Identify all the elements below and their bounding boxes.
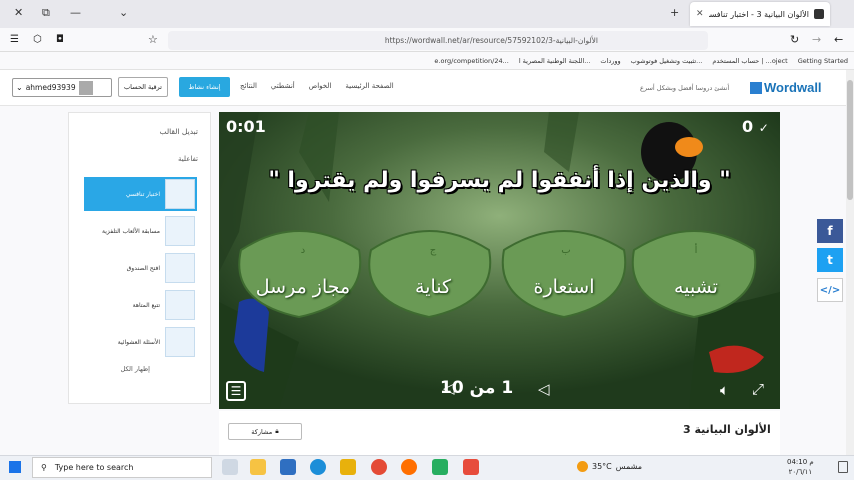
search-icon: ⚲: [41, 463, 47, 472]
answer-leaf-c[interactable]: [368, 230, 492, 319]
file-explorer-icon[interactable]: [250, 459, 266, 475]
template-maze-chase[interactable]: تتبع المتاهة: [84, 288, 197, 322]
sun-icon: [577, 461, 588, 472]
page-scrollbar[interactable]: [846, 70, 854, 455]
taskbar-search[interactable]: ⚲ Type here to search: [32, 457, 212, 478]
embed-icon[interactable]: </>: [817, 278, 843, 302]
camtasia-icon[interactable]: [432, 459, 448, 475]
checkmark-icon: ✓: [758, 121, 769, 135]
chevron-down-icon: ⌄: [16, 83, 23, 92]
bookmark-item[interactable]: ووردات: [600, 57, 620, 65]
create-activity-button[interactable]: إنشاء نشاط: [179, 77, 230, 97]
answer-leaf-a[interactable]: [631, 230, 757, 319]
mail-icon[interactable]: [280, 459, 296, 475]
menu-item-results[interactable]: النتائج: [240, 82, 257, 90]
answer-letter-a: أ: [694, 245, 698, 256]
gameshow-thumbnail-icon: [165, 216, 195, 246]
answer-text-a[interactable]: تشبيه: [636, 276, 756, 298]
game-timer: 0:01: [226, 117, 266, 136]
sound-icon[interactable]: 🔈︎: [720, 381, 729, 399]
game-canvas[interactable]: [219, 112, 780, 409]
tab-title: الألوان البيانية 3 - اختبار تنافسي: [709, 9, 809, 19]
activity-title: الألوان البيانية 3: [683, 423, 771, 436]
switch-template-panel: تبديل القالب تفاعلية اختبار تنافسي مسابق…: [68, 112, 211, 404]
show-all-link[interactable]: إظهار الكل: [121, 365, 150, 373]
bookmark-star-icon[interactable]: ☆: [148, 33, 158, 46]
bookmark-item[interactable]: e.org/competition/24...: [434, 57, 508, 65]
system-clock[interactable]: 04:10 م ٢٠/٦/١١: [787, 457, 814, 477]
avatar: [78, 80, 93, 95]
extensions-icon[interactable]: ⬡: [33, 34, 42, 45]
logo-icon: [750, 82, 762, 94]
maze-thumbnail-icon: [165, 290, 195, 320]
answer-leaf-d[interactable]: [238, 230, 362, 319]
upgrade-account-button[interactable]: ترقية الحساب: [118, 77, 168, 97]
menu-item-features[interactable]: الخواص: [309, 82, 332, 90]
new-tab-icon[interactable]: +: [670, 6, 679, 19]
template-open-the-box[interactable]: افتح الصندوق: [84, 251, 197, 285]
bookmark-item[interactable]: Getting Started: [798, 57, 848, 65]
pocket-icon[interactable]: ◘: [56, 34, 64, 45]
wordwall-logo[interactable]: Wordwall: [750, 80, 822, 95]
lock-icon: 🔒︎: [275, 427, 279, 435]
weather-widget[interactable]: 35°C مشمس: [577, 461, 642, 472]
close-window-icon[interactable]: ✕: [14, 6, 23, 19]
menu-icon[interactable]: ☰: [10, 34, 19, 45]
answer-text-d[interactable]: مجاز مرسل: [243, 276, 363, 298]
panel-subheading: تفاعلية: [178, 155, 198, 163]
answer-letter-c: ج: [429, 245, 437, 256]
store-icon[interactable]: [340, 459, 356, 475]
firefox-icon[interactable]: [401, 459, 417, 475]
tab-close-icon[interactable]: ✕: [696, 9, 704, 19]
answer-letter-b: ب: [561, 245, 571, 256]
quiz-thumbnail-icon: [165, 179, 195, 209]
forward-icon[interactable]: →: [812, 33, 821, 46]
address-bar[interactable]: https://wordwall.net/ar/resource/5759210…: [168, 31, 708, 50]
task-view-icon[interactable]: [222, 459, 238, 475]
template-random-cards[interactable]: الأسئلة العشوائية: [84, 325, 197, 359]
facebook-icon[interactable]: f: [817, 219, 843, 243]
bookmark-item[interactable]: اللجنة الوطنية المصرية ا...: [519, 57, 591, 65]
tab-list-icon[interactable]: ⌄: [119, 6, 128, 19]
edge-icon[interactable]: [310, 459, 326, 475]
boxes-thumbnail-icon: [165, 253, 195, 283]
bookmarks-bar: Getting Started حساب المستخدم | ...oject…: [0, 52, 854, 70]
tab-favicon-icon: [814, 9, 824, 19]
restore-window-icon[interactable]: ⧉: [42, 6, 50, 20]
recorder-icon[interactable]: [463, 459, 479, 475]
answer-leaves: [238, 230, 757, 319]
menu-item-home[interactable]: الصفحة الرئيسية: [345, 82, 393, 90]
next-question-icon[interactable]: ◁: [538, 380, 550, 398]
previous-question-icon[interactable]: ◁: [443, 379, 455, 397]
back-icon[interactable]: ←: [834, 33, 843, 46]
chrome-icon[interactable]: [371, 459, 387, 475]
panel-heading: تبديل القالب: [159, 127, 198, 136]
bookmark-item[interactable]: تثبيت وتشغيل فوتوشوب...: [631, 57, 703, 65]
cards-thumbnail-icon: [165, 327, 195, 357]
question-text: " والذين إذا أنفقوا لم يسرفوا ولم يقتروا…: [268, 168, 731, 193]
template-gameshow-quiz[interactable]: مسابقة الألعاب التلفزية: [84, 214, 197, 248]
notifications-icon[interactable]: [838, 461, 848, 473]
share-button[interactable]: مشاركة 🔒︎: [228, 423, 302, 440]
reload-icon[interactable]: ↻: [790, 33, 799, 46]
answer-leaf-b[interactable]: [501, 230, 627, 319]
game-score: 0 ✓: [742, 117, 769, 136]
twitter-icon[interactable]: t: [817, 248, 843, 272]
browser-tab[interactable]: الألوان البيانية 3 - اختبار تنافسي ✕: [690, 2, 830, 26]
windows-start-icon[interactable]: [9, 461, 21, 473]
username: ahmed93939: [25, 83, 76, 92]
bookmark-item[interactable]: حساب المستخدم | ...oject: [712, 57, 787, 65]
menu-icon[interactable]: ☰: [226, 381, 246, 401]
minimize-window-icon[interactable]: —: [70, 6, 81, 19]
main-menu: الصفحة الرئيسية الخواص أنشطتي النتائج: [240, 82, 394, 90]
tagline: أنشئ دروسا أفضل وبشكل أسرع: [640, 84, 730, 92]
fullscreen-icon[interactable]: ⤢: [752, 380, 764, 398]
user-menu[interactable]: ⌄ ahmed93939: [12, 78, 112, 97]
answer-text-b[interactable]: استعارة: [504, 276, 624, 298]
template-quiz[interactable]: اختبار تنافسي: [84, 177, 197, 211]
menu-item-my-activities[interactable]: أنشطتي: [271, 82, 295, 90]
answer-letter-d: د: [300, 245, 306, 256]
answer-text-c[interactable]: كناية: [373, 276, 493, 298]
